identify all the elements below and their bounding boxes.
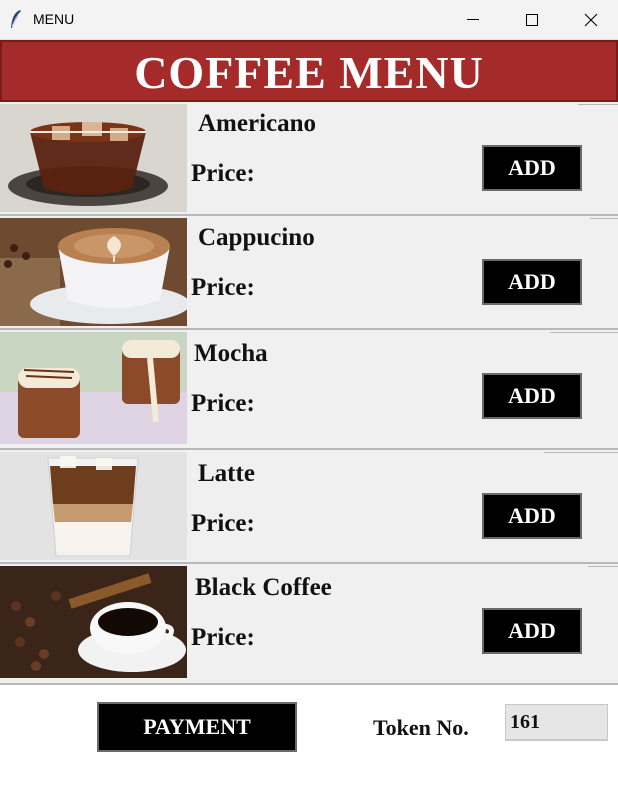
add-cappucino-button[interactable]: ADD (482, 259, 582, 305)
price-label: Price: (191, 274, 255, 301)
header-band: COFFEE MENU (0, 40, 618, 102)
token-number-field[interactable]: 161 (505, 704, 608, 741)
add-latte-button[interactable]: ADD (482, 493, 582, 539)
cappucino-photo (0, 218, 187, 326)
menu-item-cappucino: Cappucino Price: ADD (0, 216, 618, 330)
token-label: Token No. (373, 715, 469, 740)
menu-item-americano: Americano Price: ADD (0, 102, 618, 216)
price-label: Price: (191, 390, 255, 417)
feather-icon (11, 10, 21, 28)
close-button[interactable] (562, 0, 618, 40)
maximize-button[interactable] (503, 0, 561, 40)
add-mocha-button[interactable]: ADD (482, 373, 582, 419)
menu-list: Americano Price: ADD Cappucino Price: AD… (0, 102, 618, 685)
price-label: Price: (191, 160, 255, 187)
item-name: Americano (198, 110, 317, 137)
page-title: COFFEE MENU (134, 47, 484, 98)
close-icon (584, 13, 598, 27)
item-name: Black Coffee (195, 574, 332, 601)
add-black-coffee-button[interactable]: ADD (482, 608, 582, 654)
window-titlebar: MENU (0, 0, 618, 40)
menu-item-latte: Latte Price: ADD (0, 450, 618, 564)
mocha-photo (0, 332, 187, 444)
item-name: Mocha (194, 340, 268, 367)
minimize-button[interactable] (444, 0, 502, 40)
item-name: Cappucino (198, 224, 315, 251)
maximize-icon (526, 14, 538, 26)
footer: PAYMENT Token No. 161 (0, 685, 618, 789)
price-label: Price: (191, 510, 255, 537)
latte-photo (0, 452, 187, 560)
price-label: Price: (191, 624, 255, 651)
minimize-icon (467, 19, 479, 20)
payment-button[interactable]: PAYMENT (97, 702, 297, 752)
window-title: MENU (33, 11, 75, 27)
add-americano-button[interactable]: ADD (482, 145, 582, 191)
item-name: Latte (198, 460, 255, 487)
black-coffee-photo (0, 566, 187, 678)
menu-item-mocha: Mocha Price: ADD (0, 330, 618, 450)
menu-item-black-coffee: Black Coffee Price: ADD (0, 564, 618, 685)
americano-photo (0, 104, 187, 212)
